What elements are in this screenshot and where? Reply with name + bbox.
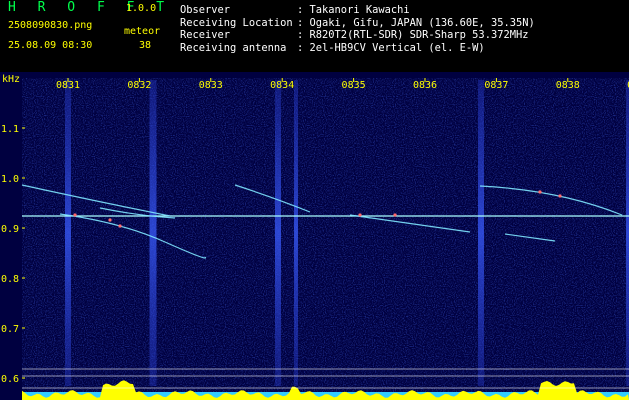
- location-label: Receiving Location: [180, 16, 293, 29]
- echo-peak: [118, 224, 122, 228]
- sep: :: [297, 16, 304, 29]
- observer-value: Takanori Kawachi: [309, 4, 410, 16]
- timestamp: 25.08.09 08:30: [8, 40, 93, 51]
- meteor-count: 38: [139, 40, 152, 51]
- y-tick-label: 1.1: [1, 124, 19, 135]
- antenna-value: 2el-HB9CV Vertical (el. E-W): [309, 41, 485, 54]
- echo-peak: [538, 190, 542, 194]
- y-tick-label: 0.9: [1, 224, 19, 235]
- receiver-label: Receiver: [180, 29, 231, 41]
- meteor-label: meteor: [124, 26, 161, 37]
- echo-peak: [73, 213, 77, 217]
- header-panel: H R O F F T 1.0.0 2508090830.png 25.08.0…: [0, 0, 629, 72]
- spectrogram-canvas: kHz1.11.00.90.80.70.6 0831 0832 0833 0834 08…: [0, 72, 629, 400]
- meteor-echo-band: [478, 80, 484, 386]
- sep: :: [297, 4, 304, 16]
- echo-peak: [108, 218, 112, 222]
- location-value: Ogaki, Gifu, JAPAN (136.60E, 35.35N): [309, 16, 535, 29]
- y-tick-label: 0.6: [1, 374, 19, 385]
- y-tick-label: 1.0: [1, 174, 19, 185]
- receiver-value: R820T2(RTL-SDR) SDR-Sharp 53.372MHz: [309, 29, 529, 41]
- sep: :: [297, 41, 304, 54]
- file-name: 2508090830.png: [8, 20, 93, 31]
- meteor-echo-band: [149, 80, 157, 386]
- app-version: 1.0.0: [126, 3, 157, 14]
- meteor-echo-band: [294, 80, 298, 386]
- y-tick-label: 0.7: [1, 324, 19, 335]
- antenna-label: Receiving antenna: [180, 41, 287, 54]
- echo-peak: [393, 213, 397, 217]
- meteor-echo-band: [65, 80, 71, 386]
- station-info: Observer: Takanori Kawachi Receiving Loc…: [180, 4, 535, 54]
- observer-label: Observer: [180, 4, 231, 16]
- sep: :: [297, 29, 304, 41]
- spectrogram: kHz 1.1 1.0 0.9 0.8 0.7 0.6 0831 0832 0833 0834 08…: [0, 72, 629, 400]
- echo-peak: [558, 194, 562, 198]
- y-axis-unit: kHz: [2, 74, 20, 85]
- echo-peak: [358, 213, 362, 217]
- meteor-echo-band: [275, 80, 281, 386]
- y-tick-label: 0.8: [1, 274, 19, 285]
